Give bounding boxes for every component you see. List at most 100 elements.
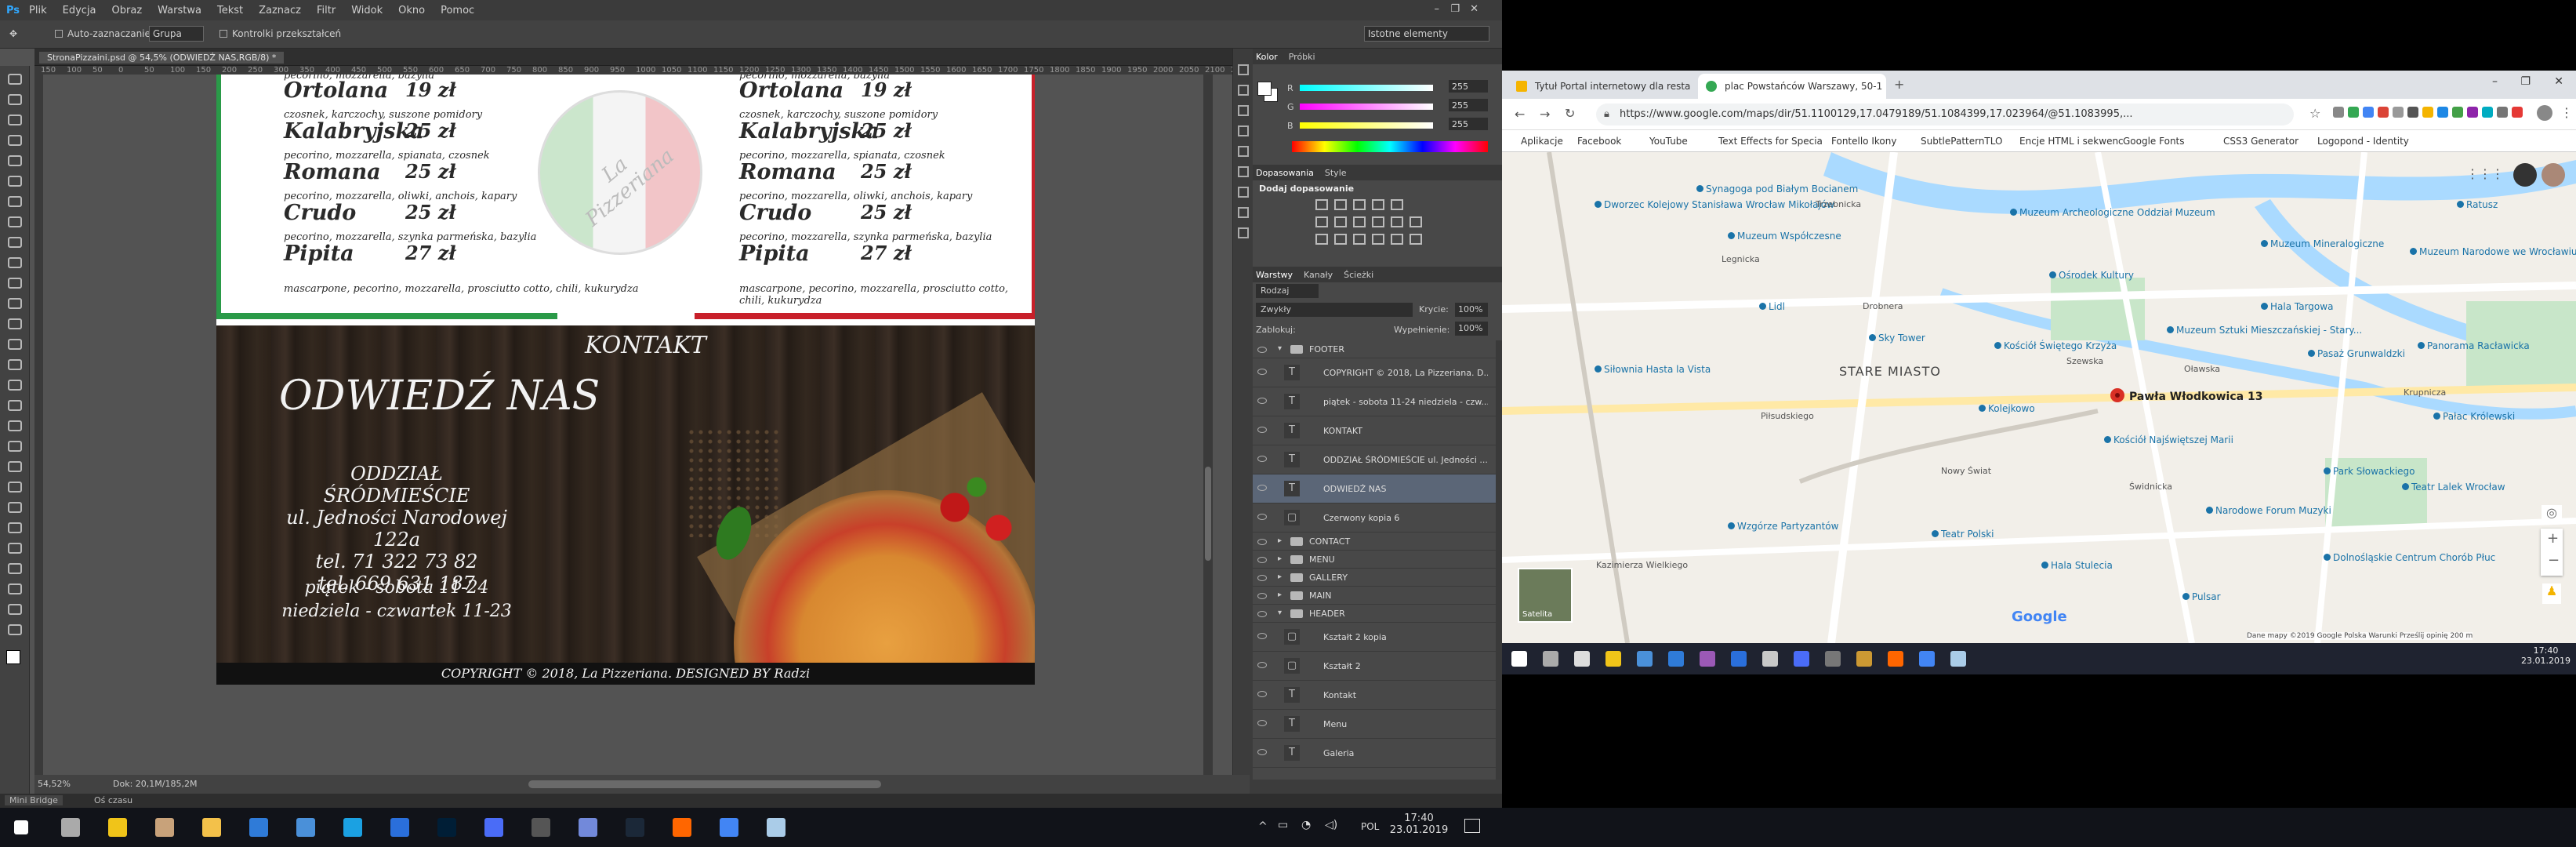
- tool-icon[interactable]: [8, 94, 22, 105]
- tool-icon[interactable]: [8, 216, 22, 227]
- panel-dock-icon[interactable]: [1238, 105, 1249, 116]
- panel-dock-icon[interactable]: [1238, 85, 1249, 96]
- panel-dock-icon[interactable]: [1238, 227, 1249, 238]
- star-icon[interactable]: ☆: [2309, 106, 2320, 121]
- taskbar-app-icon[interactable]: [1605, 651, 1621, 667]
- tray-chevron-icon[interactable]: ^: [1258, 820, 1268, 833]
- language-indicator[interactable]: POL: [1361, 821, 1379, 832]
- layer-row[interactable]: ▢ Kształt 2: [1253, 652, 1496, 681]
- poi-label[interactable]: Lidl: [1769, 301, 1785, 312]
- taskbar-app-icon[interactable]: [1668, 651, 1684, 667]
- document-tab[interactable]: StronaPizzaini.psd @ 54,5% (ODWIEDŹ NAS,…: [39, 52, 285, 64]
- adjustment-icon[interactable]: [1410, 216, 1422, 227]
- poi-marker-icon[interactable]: [2457, 201, 2464, 208]
- adjustment-icon[interactable]: [1315, 216, 1328, 227]
- poi-marker-icon[interactable]: [1595, 201, 1602, 208]
- tab-channels[interactable]: Kanały: [1304, 270, 1333, 280]
- volume-icon[interactable]: ◁): [1325, 819, 1337, 831]
- visibility-eye-icon[interactable]: [1257, 662, 1267, 668]
- tool-icon[interactable]: [8, 522, 22, 533]
- back-icon[interactable]: ←: [1515, 107, 1525, 122]
- menu-type[interactable]: Tekst: [217, 5, 243, 16]
- ps-maximize-button[interactable]: ❐: [1450, 3, 1460, 15]
- adjustment-icon[interactable]: [1391, 199, 1403, 210]
- taskbar-app-icon[interactable]: [626, 818, 644, 837]
- url-input[interactable]: 🔒︎ https://www.google.com/maps/dir/51.11…: [1596, 104, 2294, 125]
- visibility-eye-icon[interactable]: [1257, 347, 1267, 353]
- adjustment-icon[interactable]: [1410, 234, 1422, 245]
- bookmark-item[interactable]: Aplikacje: [1521, 136, 1563, 147]
- ps-close-button[interactable]: ✕: [1470, 3, 1478, 15]
- tab-adjustments[interactable]: Dopasowania: [1256, 168, 1314, 178]
- extension-icon[interactable]: [2422, 107, 2433, 118]
- tool-icon[interactable]: [8, 604, 22, 615]
- zoom-in-button[interactable]: +: [2547, 530, 2559, 547]
- taskbar-app-icon[interactable]: [108, 818, 127, 837]
- visibility-eye-icon[interactable]: [1257, 398, 1267, 404]
- poi-label[interactable]: Hala Targowa: [2270, 301, 2333, 312]
- poi-label[interactable]: Ośrodek Kultury: [2059, 270, 2134, 281]
- tab-styles[interactable]: Style: [1325, 168, 1347, 178]
- taskbar-app-icon[interactable]: [1700, 651, 1715, 667]
- adjustment-icon[interactable]: [1334, 234, 1347, 245]
- poi-label[interactable]: Siłownia Hasta la Vista: [1604, 364, 1711, 375]
- extension-icon[interactable]: [2378, 107, 2389, 118]
- poi-label[interactable]: Hala Stulecia: [2051, 560, 2113, 571]
- foreground-color-swatch[interactable]: [6, 650, 20, 664]
- fill-input[interactable]: 100%: [1455, 322, 1488, 336]
- poi-label[interactable]: Teatr Lalek Wrocław: [2411, 482, 2505, 493]
- taskbar-app-icon[interactable]: [1543, 651, 1558, 667]
- g-value[interactable]: 255: [1449, 99, 1488, 111]
- poi-label[interactable]: Muzeum Narodowe we Wrocławiu: [2419, 246, 2576, 257]
- extension-icon[interactable]: [2363, 107, 2374, 118]
- poi-label[interactable]: Muzeum Sztuki Mieszczańskiej - Stary...: [2176, 325, 2362, 336]
- taskbar-app-icon[interactable]: [1637, 651, 1653, 667]
- taskbar-app-icon[interactable]: [720, 818, 738, 837]
- network-icon[interactable]: ◔: [1301, 819, 1311, 831]
- extension-icon[interactable]: [2348, 107, 2359, 118]
- visibility-eye-icon[interactable]: [1257, 633, 1267, 639]
- poi-marker-icon[interactable]: [2041, 562, 2048, 569]
- bookmark-item[interactable]: Fontello Ikony: [1831, 136, 1896, 147]
- visibility-eye-icon[interactable]: [1257, 557, 1267, 563]
- tool-icon[interactable]: [8, 155, 22, 166]
- extension-icon[interactable]: [2407, 107, 2418, 118]
- poi-marker-icon[interactable]: [1696, 185, 1703, 192]
- profile-avatar[interactable]: [2537, 105, 2552, 121]
- new-tab-button[interactable]: +: [1894, 77, 1904, 92]
- expand-arrow-icon[interactable]: ▾: [1278, 344, 1282, 353]
- tab-mini-bridge[interactable]: Mini Bridge: [5, 795, 63, 805]
- panel-dock-icon[interactable]: [1238, 64, 1249, 75]
- taskbar-app-icon[interactable]: [1794, 651, 1809, 667]
- taskbar-app-icon[interactable]: [296, 818, 315, 837]
- taskbar-app-icon[interactable]: [1950, 651, 1966, 667]
- bookmark-item[interactable]: CSS3 Generator: [2223, 136, 2298, 147]
- b-value[interactable]: 255: [1449, 118, 1488, 130]
- collapse-arrow-icon[interactable]: ▸: [1278, 573, 1282, 581]
- taskbar-app-icon[interactable]: [1919, 651, 1935, 667]
- tool-icon[interactable]: [8, 135, 22, 146]
- layer-group-main[interactable]: ▸ MAIN: [1253, 587, 1496, 605]
- tab-paths[interactable]: Ścieżki: [1344, 270, 1373, 280]
- adjustment-icon[interactable]: [1391, 234, 1403, 245]
- chrome-menu-icon[interactable]: ⋮: [2560, 105, 2573, 120]
- ps-minimize-button[interactable]: –: [1435, 3, 1440, 15]
- action-center-icon[interactable]: [1464, 819, 1480, 833]
- taskbar-app-icon[interactable]: [390, 818, 409, 837]
- browser-tab[interactable]: Tytuł Portal internetowy dla resta: [1508, 74, 1696, 99]
- menu-edit[interactable]: Edycja: [63, 5, 96, 16]
- extension-icon[interactable]: [2452, 107, 2463, 118]
- poi-marker-icon[interactable]: [1595, 365, 1602, 373]
- tool-icon[interactable]: [8, 563, 22, 574]
- poi-label[interactable]: Narodowe Forum Muzyki: [2215, 505, 2331, 516]
- expand-arrow-icon[interactable]: ▾: [1278, 609, 1282, 617]
- poi-marker-icon[interactable]: [1728, 522, 1735, 529]
- zoom-level[interactable]: 54,52%: [38, 779, 71, 789]
- b-slider[interactable]: [1300, 122, 1433, 129]
- visibility-eye-icon[interactable]: [1257, 427, 1267, 433]
- taskbar-app-icon[interactable]: [532, 818, 550, 837]
- zoom-out-button[interactable]: −: [2548, 552, 2560, 569]
- layer-row[interactable]: T ODDZIAŁ ŚRÓDMIEŚCIE ul. Jedności ...: [1253, 445, 1496, 474]
- layer-row[interactable]: T Menu: [1253, 710, 1496, 739]
- visibility-eye-icon[interactable]: [1257, 691, 1267, 697]
